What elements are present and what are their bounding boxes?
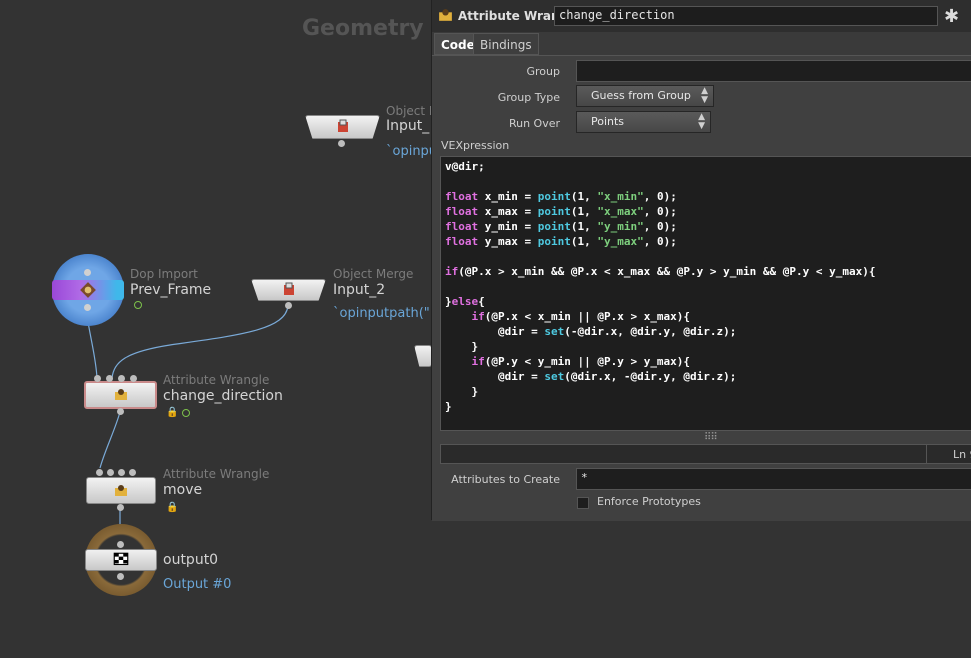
code-line[interactable]: @dir = set(-@dir.x, @dir.y, @dir.z); [445,324,967,339]
code-line[interactable]: v@dir; [445,159,967,174]
object-merge-icon [283,282,294,295]
code-line[interactable]: }else{ [445,294,967,309]
code-line[interactable]: float x_min = point(1, "x_min", 0); [445,189,967,204]
group-type-dropdown[interactable]: Guess from Group ▲ ▼ [576,85,714,107]
node-name-field[interactable]: change_direction [554,6,938,26]
dop-import-icon [80,282,96,298]
wrangle-icon [114,389,127,400]
node-name-label[interactable]: output0 [163,552,218,568]
dop-import-node[interactable] [52,254,124,326]
output-port[interactable] [338,140,345,147]
wrangle-icon [439,9,452,21]
node-name-label[interactable]: Input_2 [333,282,385,298]
node-name-label[interactable]: change_direction [163,388,283,404]
output-port[interactable] [285,302,292,309]
vexpression-label: VEXpression [441,139,510,152]
group-field[interactable] [576,60,971,82]
node-type-label: Dop Import [130,267,198,281]
run-over-dropdown[interactable]: Points ▲ ▼ [576,111,711,133]
code-line[interactable]: } [445,384,967,399]
attributes-to-create-label: Attributes to Create [451,473,560,486]
enforce-prototypes-label: Enforce Prototypes [597,495,701,508]
code-line[interactable]: } [445,339,967,354]
code-line[interactable] [445,174,967,189]
wire-merge2-to-wrangle [111,305,289,379]
node-name-label[interactable]: Input_ [386,118,429,134]
code-line[interactable]: @dir = set(@dir.x, -@dir.y, @dir.z); [445,369,967,384]
input-port[interactable] [96,469,103,476]
tab-bindings[interactable]: Bindings [473,33,539,55]
node-comment: `opinputpath(". [333,306,434,321]
attributes-to-create-field[interactable]: * [576,468,971,490]
bypass-flag-icon[interactable] [182,409,190,417]
code-line[interactable]: float y_min = point(1, "y_min", 0); [445,219,967,234]
line-number-status: Ln 9 [953,448,971,461]
object-merge-icon [337,119,348,132]
input-port[interactable] [107,469,114,476]
enforce-prototypes-checkbox[interactable] [577,497,589,509]
code-line[interactable]: } [445,399,967,414]
dropdown-value: Points [591,115,625,128]
output-node[interactable] [85,524,157,596]
node-type-label: Object I [386,104,433,118]
checkered-flag-icon [113,552,129,566]
group-label: Group [526,65,561,78]
editor-status-bar: Ln 9 [440,444,971,464]
attribute-wrangle-node-change[interactable] [84,381,157,409]
run-over-label: Run Over [508,117,560,130]
wire-dopimport-to-wrangle [87,321,98,379]
node-type-label: Attribute Wrangle [163,467,270,481]
object-merge-node-2[interactable] [251,279,326,301]
output-port[interactable] [117,408,124,415]
code-line[interactable] [445,249,967,264]
input-port[interactable] [94,375,101,382]
vex-code-editor[interactable]: v@dir; float x_min = point(1, "x_min", 0… [440,156,971,431]
node-name-label[interactable]: move [163,482,202,498]
input-port[interactable] [118,469,125,476]
node-type-label: Object Merge [333,267,414,281]
lock-icon[interactable]: 🔒 [166,502,178,513]
attribute-wrangle-node-move[interactable] [86,477,156,504]
dropdown-value: Guess from Group [591,89,691,102]
bypass-flag-icon[interactable] [134,301,142,309]
gear-icon[interactable]: ✱ [944,6,959,27]
node-comment: Output #0 [163,577,232,592]
code-line[interactable]: if(@P.x < x_min || @P.x > x_max){ [445,309,967,324]
resize-grip-icon[interactable]: ⠿⠿ [704,432,718,443]
object-merge-node-1[interactable] [305,115,380,139]
node-name-label[interactable]: Prev_Frame [130,282,211,298]
code-line[interactable] [445,279,967,294]
code-line[interactable]: float x_max = point(1, "x_max", 0); [445,204,967,219]
output-port[interactable] [117,504,124,511]
chevron-updown-icon: ▲ ▼ [701,86,708,105]
input-port[interactable] [106,375,113,382]
input-port[interactable] [118,375,125,382]
node-comment: `opinpu [386,144,438,159]
node-type-label: Attribute Wrangle [163,373,270,387]
wrangle-icon [115,484,127,496]
panel-header: Attribute Wrangle change_direction ✱ [432,0,971,32]
input-port[interactable] [129,469,136,476]
code-line[interactable]: if(@P.y < y_min || @P.y > y_max){ [445,354,967,369]
code-line[interactable]: float y_max = point(1, "y_max", 0); [445,234,967,249]
chevron-updown-icon: ▲ ▼ [698,112,705,131]
group-type-label: Group Type [497,91,560,104]
code-line[interactable]: if(@P.x > x_min && @P.x < x_max && @P.y … [445,264,967,279]
input-port[interactable] [130,375,137,382]
parameter-panel: Attribute Wrangle change_direction ✱ Cod… [431,0,971,521]
wire-change-to-move [99,411,121,469]
lock-icon[interactable]: 🔒 [166,407,178,418]
